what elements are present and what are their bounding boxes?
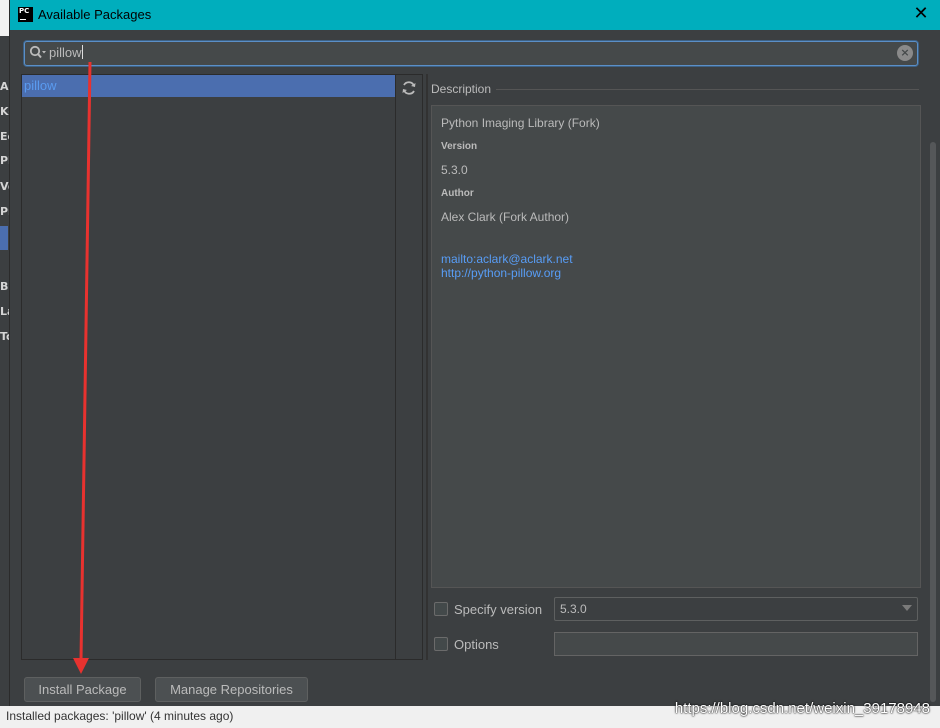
- specify-version-label: Specify version: [454, 602, 543, 617]
- dialog-title-bar[interactable]: PC Available Packages ✕: [10, 0, 940, 30]
- refresh-icon[interactable]: [400, 79, 418, 97]
- status-text: Installed packages: 'pillow' (4 minutes …: [6, 709, 234, 723]
- clear-search-icon[interactable]: ×: [897, 45, 913, 61]
- manage-repositories-button[interactable]: Manage Repositories: [155, 677, 308, 702]
- logo-text: PC: [19, 7, 30, 15]
- search-icon[interactable]: [29, 45, 47, 61]
- background-ide-selection: [0, 226, 8, 250]
- description-label: Description: [431, 82, 492, 96]
- list-item-pillow[interactable]: pillow: [22, 75, 395, 97]
- package-summary: Python Imaging Library (Fork): [441, 116, 600, 130]
- search-input[interactable]: pillow: [49, 45, 83, 60]
- splitter[interactable]: [426, 74, 428, 660]
- package-list[interactable]: pillow: [21, 74, 396, 660]
- version-select-value: 5.3.0: [560, 602, 587, 616]
- install-package-button[interactable]: Install Package: [24, 677, 141, 702]
- background-ide-label: Ec: [0, 130, 9, 143]
- background-ide-label: To: [0, 330, 9, 343]
- watermark: https://blog.csdn.net/weixin_39178948: [674, 700, 930, 717]
- close-icon[interactable]: ✕: [911, 4, 931, 24]
- background-ide-label: Pl: [0, 154, 9, 167]
- specify-version-checkbox[interactable]: [434, 602, 448, 616]
- chevron-down-icon: [902, 605, 912, 611]
- background-ide-label: La: [0, 305, 9, 318]
- package-search-field[interactable]: pillow ×: [24, 41, 918, 66]
- description-separator: [496, 89, 919, 90]
- description-panel: Python Imaging Library (Fork) Version 5.…: [431, 105, 921, 588]
- homepage-link[interactable]: http://python-pillow.org: [441, 266, 561, 280]
- version-value: 5.3.0: [441, 163, 468, 177]
- options-checkbox[interactable]: [434, 637, 448, 651]
- package-name: pillow: [24, 78, 57, 93]
- list-toolbar: [396, 74, 423, 660]
- background-ide-panel: Ap Ke Ec Pl Ve Pr Bu La To: [0, 0, 9, 728]
- background-scroll-area: [928, 30, 940, 706]
- author-heading: Author: [441, 188, 474, 199]
- background-ide-label: Ke: [0, 105, 9, 118]
- background-ide-label: Ap: [0, 80, 9, 93]
- search-input-value: pillow: [49, 45, 82, 60]
- text-caret: [81, 45, 83, 59]
- options-input[interactable]: [554, 632, 918, 656]
- version-select[interactable]: 5.3.0: [554, 597, 918, 621]
- background-ide-label: Pr: [0, 205, 9, 218]
- background-ide-label: Ve: [0, 180, 9, 193]
- background-ide-label: Bu: [0, 280, 9, 293]
- email-link[interactable]: mailto:aclark@aclark.net: [441, 252, 573, 266]
- author-value: Alex Clark (Fork Author): [441, 210, 570, 224]
- background-ide-header: [0, 0, 9, 36]
- dialog-title: Available Packages: [38, 7, 152, 22]
- available-packages-dialog: PC Available Packages ✕ pillow × pillow …: [9, 0, 940, 706]
- options-label: Options: [454, 637, 499, 652]
- version-heading: Version: [441, 141, 478, 152]
- scrollbar[interactable]: [930, 142, 936, 702]
- pycharm-logo-icon: PC: [18, 7, 33, 22]
